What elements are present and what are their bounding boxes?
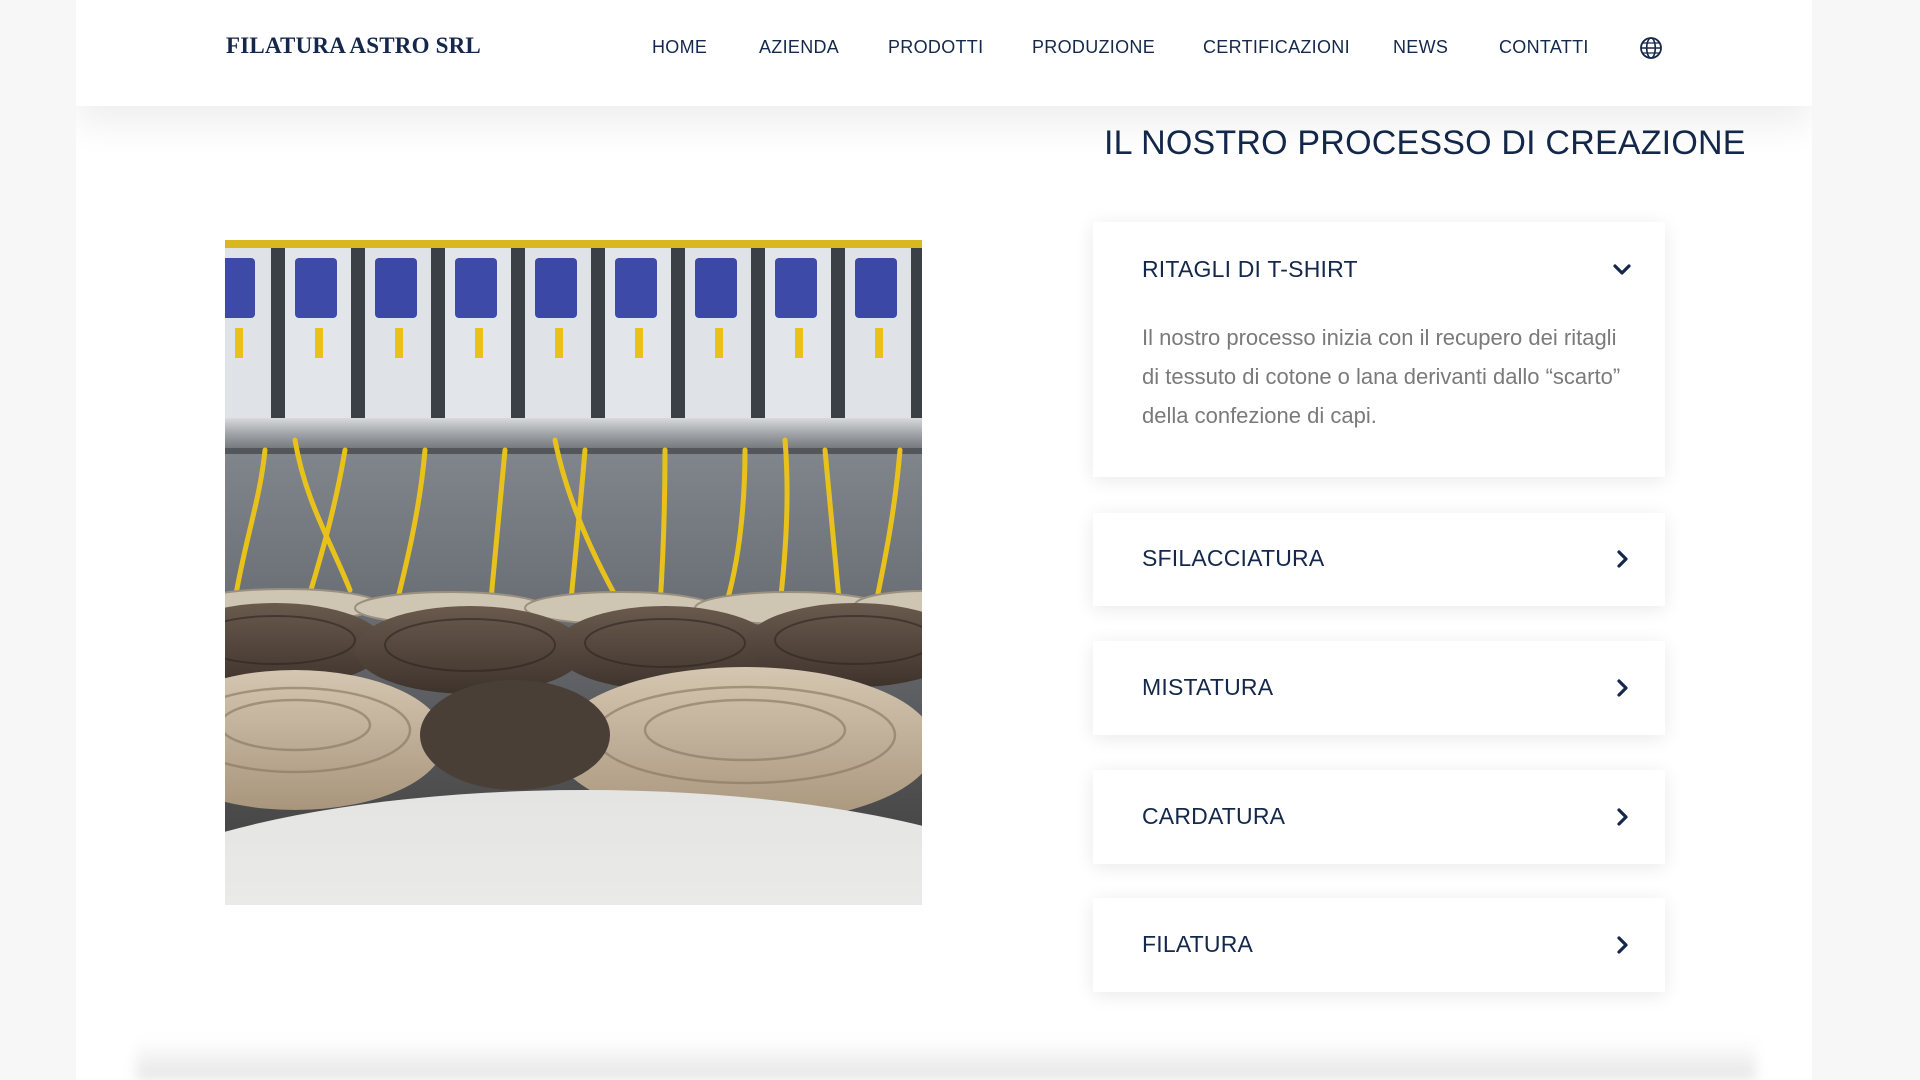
nav-certificazioni[interactable]: CERTIFICAZIONI xyxy=(1203,37,1350,58)
next-section-shadow xyxy=(136,1040,1756,1080)
accordion-title-sfilacciatura[interactable]: SFILACCIATURA xyxy=(1142,545,1324,572)
chevron-down-icon[interactable] xyxy=(1611,258,1633,280)
accordion-item-filatura[interactable]: FILATURA xyxy=(1093,898,1665,992)
nav-home[interactable]: HOME xyxy=(652,37,707,58)
accordion-title-cardatura[interactable]: CARDATURA xyxy=(1142,803,1285,830)
spinning-machine-photo xyxy=(225,240,922,905)
nav-news[interactable]: NEWS xyxy=(1393,37,1448,58)
accordion-title-mistatura[interactable]: MISTATURA xyxy=(1142,674,1273,701)
page: FILATURA ASTRO SRL HOME AZIENDA PRODOTTI… xyxy=(76,0,1812,1080)
main-nav: HOME AZIENDA PRODOTTI PRODUZIONE CERTIFI… xyxy=(76,0,1812,96)
chevron-right-icon[interactable] xyxy=(1611,548,1633,570)
section-title: IL NOSTRO PROCESSO DI CREAZIONE xyxy=(1104,124,1746,162)
nav-azienda[interactable]: AZIENDA xyxy=(759,37,839,58)
photo-illustration xyxy=(225,240,922,905)
chevron-right-icon[interactable] xyxy=(1611,806,1633,828)
accordion-title-filatura[interactable]: FILATURA xyxy=(1142,931,1253,958)
accordion-item-cardatura[interactable]: CARDATURA xyxy=(1093,770,1665,864)
accordion-item-sfilacciatura[interactable]: SFILACCIATURA xyxy=(1093,513,1665,606)
nav-contatti[interactable]: CONTATTI xyxy=(1499,37,1589,58)
accordion-title-ritagli[interactable]: RITAGLI DI T-SHIRT xyxy=(1142,256,1358,283)
accordion-item-ritagli[interactable]: RITAGLI DI T-SHIRT Il nostro processo in… xyxy=(1093,222,1665,477)
nav-produzione[interactable]: PRODUZIONE xyxy=(1032,37,1155,58)
chevron-right-icon[interactable] xyxy=(1611,934,1633,956)
accordion-body-ritagli: Il nostro processo inizia con il recuper… xyxy=(1142,325,1621,428)
globe-icon[interactable] xyxy=(1639,36,1663,60)
chevron-right-icon[interactable] xyxy=(1611,677,1633,699)
nav-prodotti[interactable]: PRODOTTI xyxy=(888,37,983,58)
accordion-item-mistatura[interactable]: MISTATURA xyxy=(1093,641,1665,735)
site-header: FILATURA ASTRO SRL HOME AZIENDA PRODOTTI… xyxy=(76,0,1812,106)
